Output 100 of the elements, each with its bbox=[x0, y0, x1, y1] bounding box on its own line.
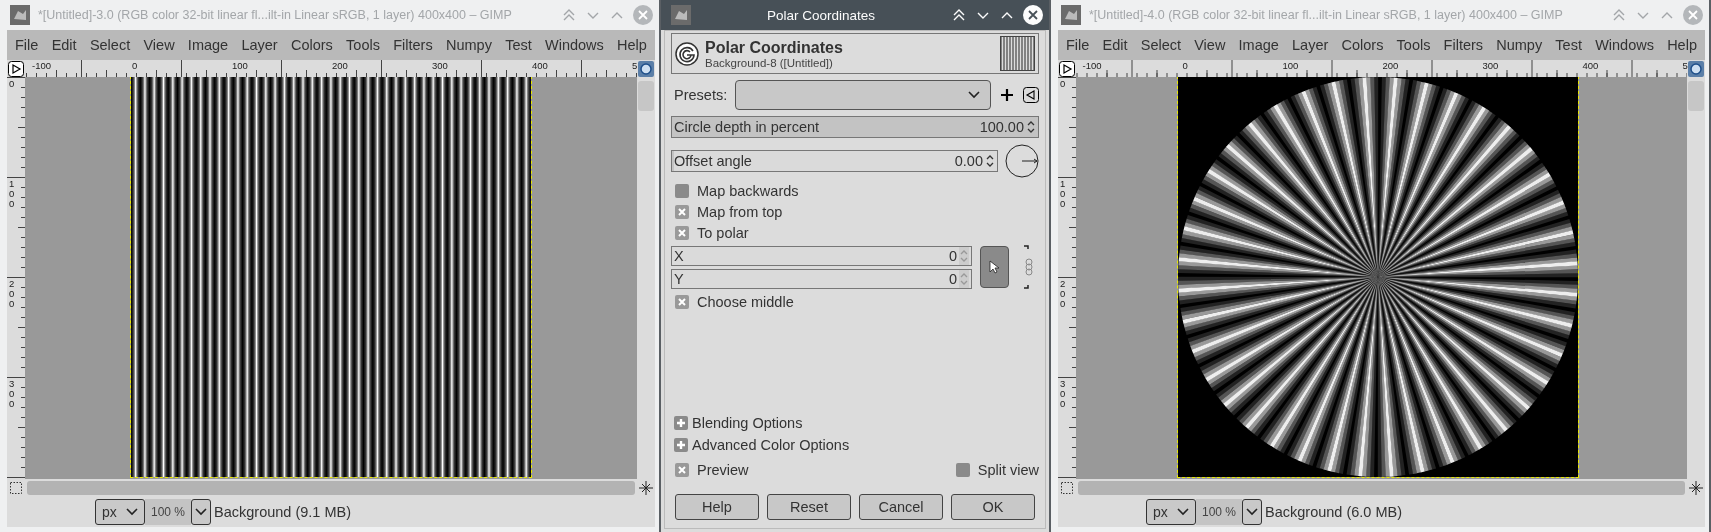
ruler-label: 0 bbox=[132, 60, 138, 71]
checkbox[interactable] bbox=[675, 462, 689, 477]
pick-point-button[interactable] bbox=[980, 246, 1009, 288]
menu-item[interactable]: Test bbox=[1555, 37, 1582, 53]
add-icon[interactable] bbox=[999, 87, 1015, 103]
window-title: Polar Coordinates bbox=[765, 7, 877, 23]
ruler-label: 5 bbox=[1682, 60, 1688, 71]
menu-item[interactable]: Colors bbox=[1341, 37, 1384, 53]
ruler-label: 5 bbox=[632, 60, 638, 71]
checkbox-label[interactable]: Map backwards bbox=[697, 182, 799, 199]
horizontal-scrollbar[interactable] bbox=[1078, 481, 1685, 495]
menu-item[interactable]: Help bbox=[1667, 37, 1697, 53]
expander[interactable]: Advanced Color Options bbox=[671, 434, 1039, 456]
menu-item[interactable]: Numpy bbox=[445, 37, 492, 53]
zoom-dropdown[interactable] bbox=[191, 499, 212, 525]
ruler-label: 200 bbox=[332, 60, 348, 71]
app-icon bbox=[671, 5, 691, 25]
menu-item[interactable]: Tools bbox=[1396, 37, 1431, 53]
vertical-scrollbar[interactable] bbox=[1688, 81, 1704, 111]
presets-label: Presets: bbox=[674, 87, 728, 103]
ruler-label: -100 bbox=[32, 60, 51, 71]
menu-item[interactable]: Help bbox=[617, 37, 647, 53]
menu-item[interactable]: Tools bbox=[346, 37, 380, 53]
checkbox[interactable] bbox=[955, 462, 970, 477]
close-icon[interactable] bbox=[1023, 5, 1043, 25]
ruler-label: 0 bbox=[1060, 79, 1066, 89]
menu-item[interactable]: Layer bbox=[1292, 37, 1329, 53]
menu-item[interactable]: File bbox=[15, 37, 39, 53]
dialog-button[interactable]: Cancel bbox=[859, 494, 943, 520]
ruler-label: 0 bbox=[1182, 60, 1188, 71]
quick-mask-icon[interactable] bbox=[1059, 480, 1075, 496]
checkbox[interactable] bbox=[675, 204, 689, 219]
spin-scale[interactable]: Offset angle 0.00 bbox=[671, 150, 998, 172]
menu-item[interactable]: Edit bbox=[51, 37, 77, 53]
menu-item[interactable]: File bbox=[1066, 37, 1090, 53]
menu-item[interactable]: Image bbox=[187, 37, 229, 53]
unit-dropdown[interactable]: px bbox=[1146, 499, 1196, 525]
dialog-button[interactable]: Reset bbox=[767, 494, 851, 520]
navigation-icon[interactable] bbox=[638, 60, 654, 77]
layer-thumbnail bbox=[1000, 36, 1035, 71]
keep-above-icon[interactable] bbox=[951, 7, 967, 23]
ruler-label: 300 bbox=[432, 60, 448, 71]
menu-item[interactable]: Windows bbox=[1595, 37, 1654, 53]
menu-item[interactable]: Windows bbox=[545, 37, 604, 53]
chain-icon[interactable] bbox=[1023, 245, 1035, 289]
unit-dropdown[interactable]: px bbox=[95, 499, 145, 525]
caret-icon bbox=[195, 508, 208, 516]
caret-icon bbox=[126, 508, 138, 516]
menu-item[interactable]: Layer bbox=[241, 37, 278, 53]
menu-item[interactable]: Select bbox=[89, 37, 131, 53]
app-icon bbox=[1061, 5, 1081, 25]
checkbox-label[interactable]: Preview bbox=[697, 461, 749, 478]
image-menu-icon[interactable] bbox=[1059, 60, 1075, 77]
ruler-label: 100 bbox=[1282, 60, 1299, 71]
ruler-label: 400 bbox=[1582, 60, 1599, 71]
menu-item[interactable]: View bbox=[1194, 37, 1226, 53]
checkbox-label[interactable]: Split view bbox=[977, 461, 1039, 478]
dialog-title: Polar Coordinates bbox=[705, 38, 844, 57]
spin-field[interactable]: Y 0 bbox=[671, 268, 972, 289]
checkbox-label[interactable]: Choose middle bbox=[697, 293, 794, 310]
dialog-button[interactable]: OK bbox=[951, 494, 1035, 520]
checkbox-label[interactable]: Map from top bbox=[697, 203, 783, 220]
menu-item[interactable]: Edit bbox=[1102, 37, 1128, 53]
checkbox[interactable] bbox=[675, 183, 689, 198]
menu-item[interactable]: Colors bbox=[290, 37, 333, 53]
layer-name: Background-8 ([Untitled]) bbox=[705, 57, 834, 69]
menu-item[interactable]: Select bbox=[1140, 37, 1182, 53]
navigate-icon[interactable] bbox=[638, 480, 654, 496]
menu-item[interactable]: Filters bbox=[1443, 37, 1484, 53]
ruler-label: 200 bbox=[1060, 279, 1066, 309]
checkbox[interactable] bbox=[675, 225, 689, 240]
vertical-scrollbar[interactable] bbox=[638, 81, 654, 111]
checkbox-label[interactable]: To polar bbox=[697, 224, 749, 241]
dialog-button[interactable]: Help bbox=[675, 494, 759, 520]
window-title: *[Untitled]-3.0 (RGB color 32-bit linear fl...ilt-in Linear sRGB, 1 layer) 400x400 – GIMP bbox=[38, 8, 513, 22]
zoom-dropdown[interactable] bbox=[1242, 499, 1263, 525]
angle-dial[interactable] bbox=[1005, 144, 1039, 178]
zoom-field[interactable]: 100 % bbox=[145, 499, 192, 525]
presets-dropdown[interactable] bbox=[735, 80, 991, 110]
menu-item[interactable]: Numpy bbox=[1496, 37, 1543, 53]
menu-item[interactable]: View bbox=[143, 37, 175, 53]
menu-item[interactable]: Test bbox=[505, 37, 532, 53]
ruler-label: 100 bbox=[232, 60, 248, 71]
expander[interactable]: Blending Options bbox=[671, 412, 1039, 434]
menu-item[interactable]: Image bbox=[1238, 37, 1279, 53]
menu-item[interactable]: Filters bbox=[393, 37, 433, 53]
layer-info: Background (6.0 MB) bbox=[1265, 504, 1403, 520]
horizontal-scrollbar[interactable] bbox=[27, 481, 635, 495]
spin-field[interactable]: X 0 bbox=[671, 245, 972, 266]
zoom-field[interactable]: 100 % bbox=[1196, 499, 1243, 525]
navigation-icon[interactable] bbox=[1688, 60, 1704, 77]
ruler-label: -100 bbox=[1082, 60, 1102, 71]
spin-scale[interactable]: Circle depth in percent 100.00 bbox=[671, 116, 1039, 138]
quick-mask-icon[interactable] bbox=[8, 480, 24, 496]
navigate-icon[interactable] bbox=[1688, 480, 1704, 496]
ruler-label: 100 bbox=[9, 179, 15, 209]
caret-icon bbox=[968, 91, 980, 99]
image-menu-icon[interactable] bbox=[8, 60, 24, 77]
checkbox[interactable] bbox=[675, 294, 689, 309]
ruler-label: 200 bbox=[9, 279, 15, 309]
